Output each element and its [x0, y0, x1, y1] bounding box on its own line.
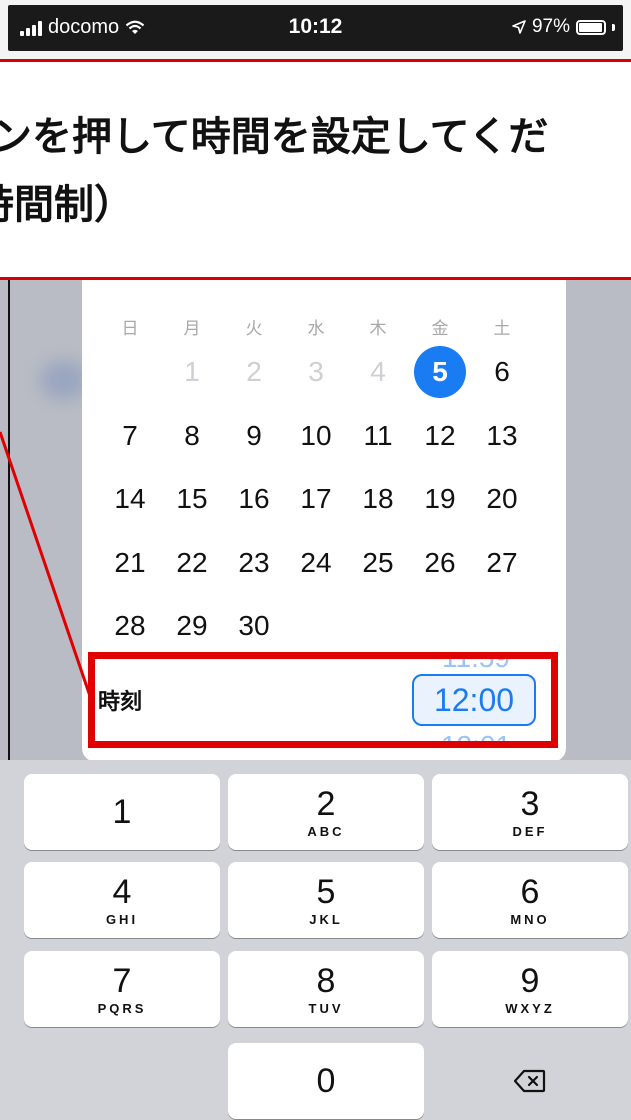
calendar-day[interactable]: 7	[104, 410, 156, 462]
key-letters: JKL	[309, 912, 343, 927]
key-digit: 5	[316, 873, 336, 911]
calendar-day[interactable]: 21	[104, 537, 156, 589]
weekday-header: 日月火水木金土	[82, 314, 566, 338]
key-digit: 3	[520, 785, 540, 823]
status-bar-inner: docomo 10:12 97%	[8, 5, 623, 51]
calendar-day: 4	[370, 356, 386, 387]
instruction-line-2: 時間制）	[0, 183, 134, 227]
weekday-label: 金	[431, 319, 449, 338]
calendar-day[interactable]: 15	[166, 473, 218, 525]
calendar-day[interactable]: 28	[104, 600, 156, 652]
battery-tip	[612, 23, 615, 31]
calendar-day[interactable]: 24	[290, 537, 342, 589]
key-4[interactable]: 4 GHI	[24, 862, 220, 938]
calendar-day[interactable]: 11	[352, 410, 404, 462]
calendar-day[interactable]: 13	[476, 410, 528, 462]
key-0[interactable]: 0	[228, 1043, 424, 1119]
calendar-day[interactable]: 20	[476, 473, 528, 525]
calendar-day[interactable]: 6	[476, 346, 528, 398]
calendar-day[interactable]: 16	[228, 473, 280, 525]
key-9[interactable]: 9 WXYZ	[432, 951, 628, 1027]
instruction-banner: ンを押して時間を設定してくだ 時間制）	[0, 62, 631, 280]
calendar-day: 2	[246, 356, 262, 387]
calendar-day[interactable]: 14	[104, 473, 156, 525]
calendar-day[interactable]: 27	[476, 537, 528, 589]
key-3[interactable]: 3 DEF	[432, 774, 628, 850]
calendar-day[interactable]: 25	[352, 537, 404, 589]
calendar-day[interactable]: 29	[166, 600, 218, 652]
weekday-label: 土	[493, 319, 511, 338]
status-bar: docomo 10:12 97%	[0, 0, 631, 62]
calendar-day[interactable]: 17	[290, 473, 342, 525]
weekday-label: 水	[307, 319, 325, 338]
battery-percent: 97%	[531, 16, 570, 37]
key-digit: 8	[316, 962, 336, 1000]
key-digit: 9	[520, 962, 540, 1000]
key-digit: 6	[520, 873, 540, 911]
weekday-label: 木	[369, 319, 387, 338]
key-7[interactable]: 7 PQRS	[24, 951, 220, 1027]
key-6[interactable]: 6 MNO	[432, 862, 628, 938]
weekday-label: 日	[121, 319, 139, 338]
delete-key[interactable]	[432, 1043, 628, 1119]
calendar-day-selected[interactable]: 5	[414, 346, 466, 398]
key-digit: 1	[112, 793, 132, 831]
weekday-label: 月	[183, 319, 201, 338]
calendar-day: 3	[308, 356, 324, 387]
key-digit: 7	[112, 962, 132, 1000]
calendar-day[interactable]: 18	[352, 473, 404, 525]
weekday-label: 火	[245, 319, 263, 338]
key-2[interactable]: 2 ABC	[228, 774, 424, 850]
calendar-day[interactable]: 8	[166, 410, 218, 462]
numeric-keypad: 1 2 ABC 3 DEF 4 GHI 5 JKL 6 MNO 7 PQRS 8 TUV 9 WXYZ 0	[0, 760, 631, 1120]
battery-icon	[576, 19, 606, 35]
key-digit: 4	[112, 873, 132, 911]
delete-backspace-icon	[514, 1069, 546, 1093]
location-arrow-icon	[512, 20, 526, 34]
calendar-day: 1	[184, 356, 200, 387]
calendar-day[interactable]: 26	[414, 537, 466, 589]
key-letters: DEF	[512, 824, 548, 839]
key-1[interactable]: 1	[24, 774, 220, 850]
key-letters: TUV	[308, 1001, 344, 1016]
instruction-line-1: ンを押して時間を設定してくだ	[0, 115, 549, 159]
calendar-day[interactable]: 23	[228, 537, 280, 589]
status-right: 97%	[512, 16, 615, 38]
key-letters: GHI	[105, 912, 139, 927]
key-5[interactable]: 5 JKL	[228, 862, 424, 938]
key-letters: MNO	[510, 912, 550, 927]
calendar-day[interactable]: 12	[414, 410, 466, 462]
key-letters: PQRS	[97, 1001, 147, 1016]
key-8[interactable]: 8 TUV	[228, 951, 424, 1027]
key-digit: 2	[316, 785, 336, 823]
calendar-day[interactable]: 22	[166, 537, 218, 589]
calendar-day[interactable]: 30	[228, 600, 280, 652]
blurred-avatar	[40, 360, 88, 400]
calendar-day[interactable]: 19	[414, 473, 466, 525]
calendar-day[interactable]: 10	[290, 410, 342, 462]
key-letters: WXYZ	[505, 1001, 555, 1016]
highlight-box	[88, 652, 558, 748]
calendar-day[interactable]: 9	[228, 410, 280, 462]
key-digit: 0	[316, 1062, 336, 1100]
key-letters: ABC	[307, 824, 345, 839]
